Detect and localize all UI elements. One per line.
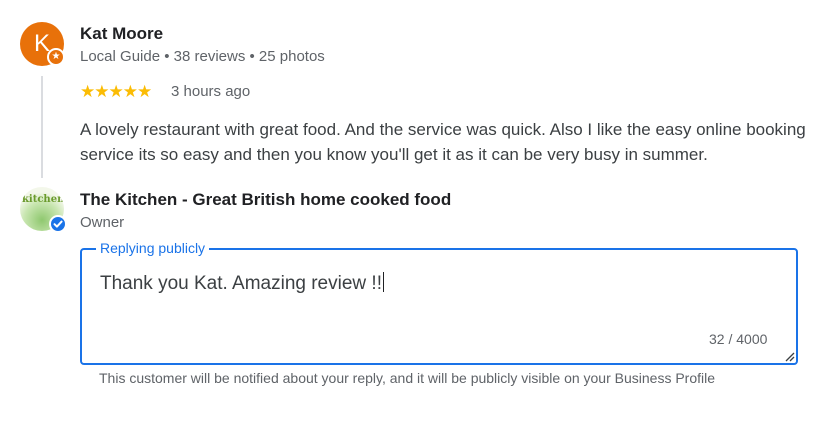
thread-connector-line (41, 76, 43, 178)
reviewer-meta: Local Guide • 38 reviews • 25 photos (80, 48, 325, 65)
text-caret (382, 272, 384, 292)
reply-text-content: Thank you Kat. Amazing review !! (100, 273, 382, 294)
verified-check-icon (49, 215, 67, 233)
business-logo-text: kitchen (22, 194, 64, 205)
reply-visibility-notice: This customer will be notified about you… (99, 370, 716, 386)
local-guide-badge-icon: ★ (47, 48, 65, 66)
business-role: Owner (80, 214, 125, 231)
reply-text-value[interactable]: Thank you Kat. Amazing review !! (100, 272, 384, 295)
reply-field-label: Replying publicly (96, 239, 210, 257)
business-name: The Kitchen - Great British home cooked … (80, 190, 452, 209)
resize-handle-icon[interactable] (783, 350, 795, 362)
star-rating: ★★★★★ (80, 82, 152, 101)
character-counter: 32 / 4000 (709, 331, 768, 347)
review-text: A lovely restaurant with great food. And… (80, 120, 806, 164)
reviewer-name[interactable]: Kat Moore (80, 24, 163, 44)
reply-textarea[interactable] (80, 248, 798, 365)
review-time: 3 hours ago (171, 83, 251, 100)
